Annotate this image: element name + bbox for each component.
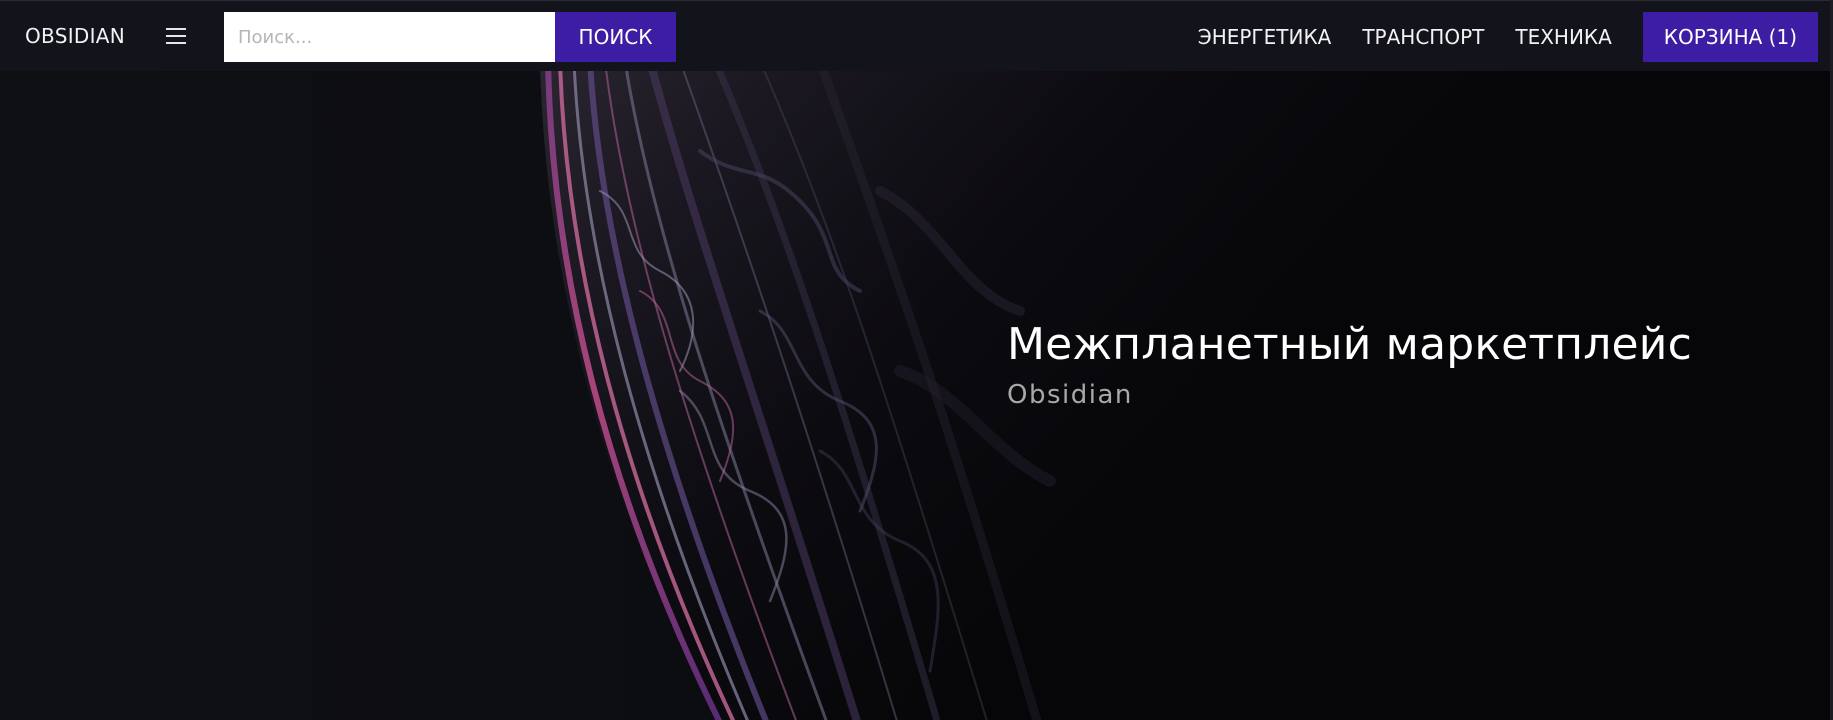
- menu-icon-line-bottom: [166, 42, 186, 44]
- page: OBSIDIAN ПОИСК ЭНЕРГЕТИКА ТРАНСПОРТ ТЕХН…: [0, 0, 1833, 720]
- nav-link-transport[interactable]: ТРАНСПОРТ: [1362, 25, 1484, 49]
- nav-link-energy[interactable]: ЭНЕРГЕТИКА: [1198, 25, 1332, 49]
- brand-logo-link[interactable]: OBSIDIAN: [25, 1, 125, 72]
- hamburger-menu-icon[interactable]: [163, 25, 189, 47]
- hero-subtitle: Obsidian: [1007, 380, 1133, 410]
- cart-button[interactable]: КОРЗИНА (1): [1642, 11, 1818, 62]
- nav-links: ЭНЕРГЕТИКА ТРАНСПОРТ ТЕХНИКА КОРЗИНА (1): [1198, 1, 1833, 72]
- search-input[interactable]: [224, 12, 555, 62]
- hero-text: Межпланетный маркетплейс Obsidian: [1007, 319, 1692, 410]
- menu-icon-line-top: [166, 28, 186, 30]
- search-button[interactable]: ПОИСК: [555, 12, 676, 62]
- hero-title: Межпланетный маркетплейс: [1007, 319, 1692, 370]
- hero-banner: Межпланетный маркетплейс Obsidian: [0, 71, 1833, 720]
- top-navbar: OBSIDIAN ПОИСК ЭНЕРГЕТИКА ТРАНСПОРТ ТЕХН…: [0, 0, 1833, 71]
- menu-icon-line-middle: [166, 35, 186, 37]
- nav-link-tech[interactable]: ТЕХНИКА: [1515, 25, 1611, 49]
